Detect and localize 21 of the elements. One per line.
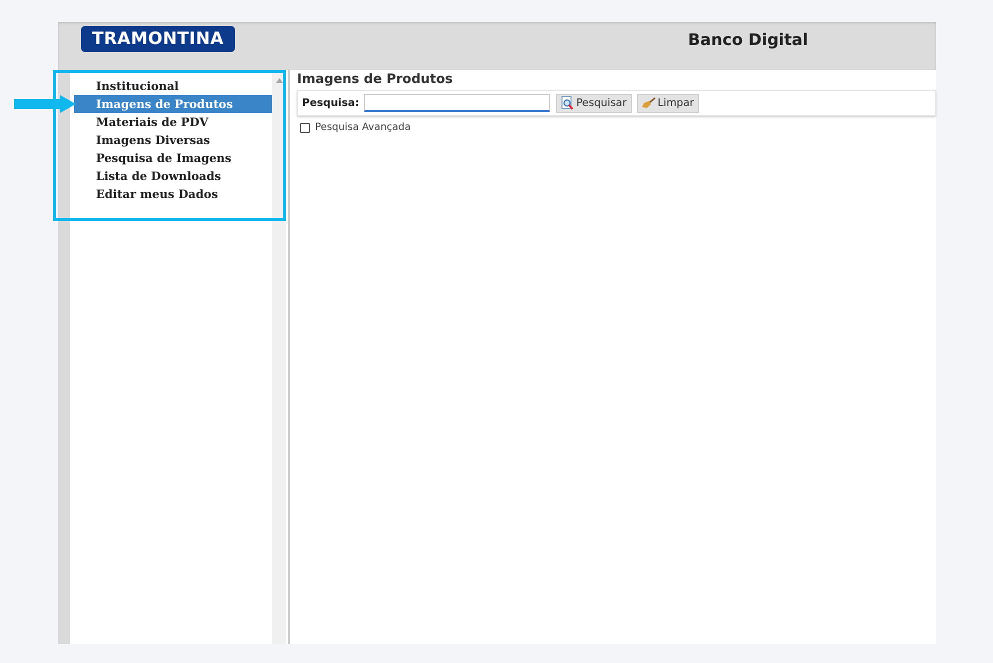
section-title: Imagens de Produtos [297, 72, 454, 89]
sidebar-item[interactable]: Pesquisa de Imagens [74, 149, 272, 167]
search-label: Pesquisa: [302, 97, 360, 109]
toolbar-button[interactable]: Pesquisar [556, 94, 632, 112]
sidebar-item[interactable]: Editar meus Dados [74, 185, 272, 203]
sidebar-item[interactable]: Lista de Downloads [74, 167, 272, 185]
magnifier-icon [561, 96, 574, 110]
toolbar-button[interactable]: Limpar [636, 94, 699, 112]
sidebar-item[interactable]: Imagens Diversas [74, 131, 272, 149]
search-field[interactable] [364, 94, 550, 112]
advanced-search-checkbox[interactable]: Pesquisa Avançada [300, 122, 936, 133]
scrollbar[interactable] [272, 70, 286, 644]
page-title: Banco Digital [688, 30, 808, 49]
broom-icon [642, 97, 656, 109]
logo: TRAMONTINA [81, 26, 235, 52]
sidebar-item[interactable]: Materiais de PDV [74, 113, 272, 131]
arrow-icon [14, 95, 76, 113]
sidebar-item[interactable]: Imagens de Produtos [74, 95, 272, 113]
sidebar-item[interactable]: Institucional [74, 77, 272, 95]
checkbox[interactable] [300, 122, 310, 132]
checkbox-label: Pesquisa Avançada [315, 122, 411, 133]
